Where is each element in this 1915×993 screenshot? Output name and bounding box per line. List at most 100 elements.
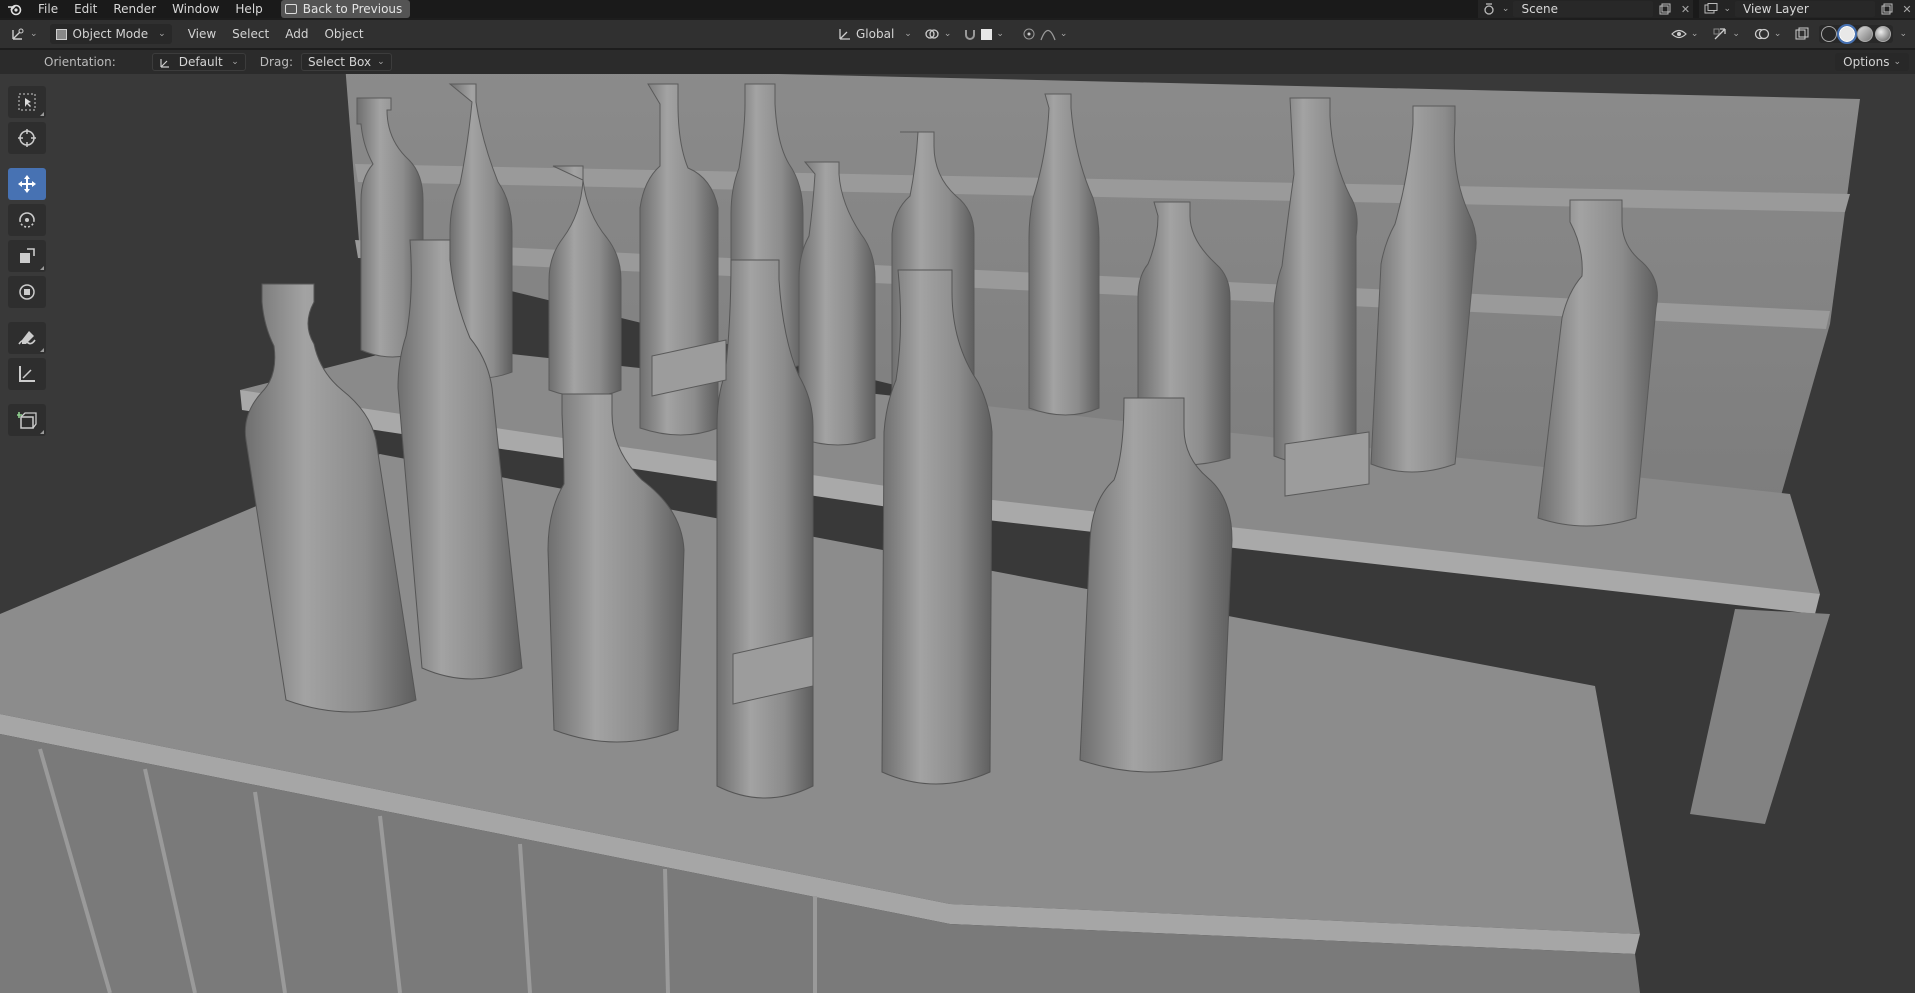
- tool-options-corner: [40, 430, 44, 434]
- chevron-down-icon: ⌄: [231, 57, 239, 67]
- tool-options-corner: [40, 348, 44, 352]
- measure-tool-button[interactable]: [8, 358, 46, 390]
- back-to-previous-button[interactable]: Back to Previous: [280, 0, 411, 18]
- orientation-dropdown[interactable]: Default ⌄: [151, 53, 246, 71]
- 3d-viewport[interactable]: [0, 74, 1915, 993]
- scene-selector[interactable]: ⌄ Scene ✕: [1477, 0, 1694, 18]
- tool-settings-bar: Orientation: Default ⌄ Drag: Select Box …: [0, 50, 1915, 74]
- proportional-edit-icon: [1023, 28, 1035, 40]
- transform-orientation-label: Global: [856, 27, 895, 41]
- new-view-layer-icon[interactable]: [1879, 1, 1895, 17]
- object-mode-label: Object Mode: [72, 27, 149, 41]
- chevron-down-icon: ⌄: [158, 29, 166, 39]
- add-cube-tool-button[interactable]: [8, 404, 46, 436]
- shading-mode-group: [1819, 24, 1894, 44]
- proportional-editing-toggle[interactable]: ⌄: [1017, 24, 1072, 44]
- 3d-viewport-icon: [12, 28, 24, 40]
- menu-file[interactable]: File: [30, 0, 66, 18]
- viewport-scene: [0, 74, 1860, 993]
- chevron-down-icon: ⌄: [30, 29, 38, 39]
- eye-selectable-icon: [1670, 29, 1687, 39]
- rotate-tool-button[interactable]: [8, 204, 46, 236]
- scene-icon: [1482, 1, 1498, 17]
- close-icon[interactable]: ✕: [1677, 1, 1693, 17]
- menu-edit[interactable]: Edit: [66, 0, 105, 18]
- overlays-toggle[interactable]: ⌄: [1749, 24, 1786, 44]
- drag-label: Drag:: [259, 55, 293, 69]
- move-tool-button[interactable]: [8, 168, 46, 200]
- xray-icon: [1795, 27, 1809, 40]
- object-mode-dropdown[interactable]: Object Mode ⌄: [49, 24, 172, 44]
- transform-orientation-dropdown[interactable]: Global ⌄: [834, 24, 916, 44]
- xray-toggle[interactable]: [1791, 24, 1814, 44]
- chevron-down-icon: ⌄: [1501, 4, 1510, 14]
- orientation-icon: [839, 29, 850, 40]
- shelf-side-panel: [1690, 609, 1830, 824]
- transform-tool-button[interactable]: [8, 276, 46, 308]
- view-layer-icon: [1703, 1, 1719, 17]
- pivot-icon: [925, 29, 939, 39]
- menu-help[interactable]: Help: [227, 0, 270, 18]
- editor-type-button[interactable]: ⌄: [0, 24, 46, 44]
- transform-controls: Global ⌄ ⌄ ⌄ ⌄: [834, 24, 1072, 44]
- menu-add[interactable]: Add: [277, 24, 316, 44]
- menu-window[interactable]: Window: [164, 0, 227, 18]
- options-button[interactable]: Options ⌄: [1835, 53, 1909, 71]
- view-layer-selector[interactable]: ⌄ View Layer ✕: [1699, 0, 1915, 18]
- visibility-dropdown[interactable]: ⌄: [1666, 24, 1703, 44]
- left-toolbar: [8, 86, 46, 436]
- scale-tool-button[interactable]: [8, 240, 46, 272]
- magnet-icon: [965, 30, 976, 40]
- menu-view[interactable]: View: [180, 24, 224, 44]
- annotate-pencil-icon: [18, 331, 36, 345]
- shading-options-chevron-icon[interactable]: ⌄: [1899, 29, 1907, 39]
- gizmo-icon: [1713, 28, 1727, 40]
- chevron-down-icon: ⌄: [1059, 29, 1068, 39]
- solid-shading-icon[interactable]: [1837, 24, 1858, 44]
- pivot-point-dropdown[interactable]: ⌄: [919, 24, 956, 44]
- viewport-header: ⌄ Object Mode ⌄ View Select Add Object G…: [0, 20, 1915, 48]
- orientation-default-icon: [160, 59, 169, 68]
- rotate-icon: [19, 212, 35, 228]
- material-preview-shading-icon[interactable]: [1857, 26, 1874, 42]
- measure-ruler-icon: [19, 366, 35, 382]
- options-label: Options: [1843, 55, 1890, 69]
- tool-options-corner: [40, 266, 44, 270]
- chevron-down-icon: ⌄: [1732, 29, 1740, 39]
- gizmo-toggle[interactable]: ⌄: [1708, 24, 1744, 44]
- wireframe-shading-icon[interactable]: [1821, 26, 1838, 42]
- rendered-shading-icon[interactable]: [1875, 26, 1892, 42]
- cursor-icon: [18, 129, 36, 147]
- blender-logo-icon[interactable]: [0, 0, 30, 18]
- chevron-down-icon: ⌄: [377, 57, 385, 67]
- snap-toggle[interactable]: ⌄: [959, 24, 1008, 44]
- viewport-display-controls: ⌄ ⌄ ⌄ ⌄: [1666, 24, 1907, 44]
- annotate-tool-button[interactable]: [8, 322, 46, 354]
- top-menu-bar: File Edit Render Window Help Back to Pre…: [0, 0, 1915, 18]
- scale-icon: [20, 248, 35, 263]
- back-to-previous-label: Back to Previous: [302, 2, 403, 16]
- scene-name-field[interactable]: Scene: [1513, 1, 1654, 17]
- menu-select[interactable]: Select: [224, 24, 277, 44]
- chevron-down-icon: ⌄: [1723, 4, 1731, 14]
- transform-icon: [19, 284, 35, 300]
- close-icon[interactable]: ✕: [1899, 1, 1915, 17]
- menu-render[interactable]: Render: [105, 0, 164, 18]
- select-box-tool-button[interactable]: [8, 86, 46, 118]
- orientation-value: Default: [178, 55, 223, 69]
- view-layer-name-field[interactable]: View Layer: [1735, 1, 1875, 17]
- chevron-down-icon: ⌄: [1893, 57, 1901, 67]
- menu-object[interactable]: Object: [316, 24, 371, 44]
- select-box-icon: [18, 93, 36, 111]
- chevron-down-icon: ⌄: [1773, 29, 1782, 39]
- cursor-tool-button[interactable]: [8, 122, 46, 154]
- orientation-label: Orientation:: [44, 55, 116, 69]
- snap-square-icon: [981, 28, 993, 40]
- add-cube-icon: [17, 412, 37, 429]
- drag-dropdown[interactable]: Select Box ⌄: [300, 53, 392, 71]
- falloff-icon: [1040, 29, 1056, 41]
- chevron-down-icon: ⌄: [904, 29, 912, 39]
- chevron-down-icon: ⌄: [1690, 29, 1699, 39]
- new-scene-icon[interactable]: [1657, 1, 1673, 17]
- tool-options-corner: [40, 112, 44, 116]
